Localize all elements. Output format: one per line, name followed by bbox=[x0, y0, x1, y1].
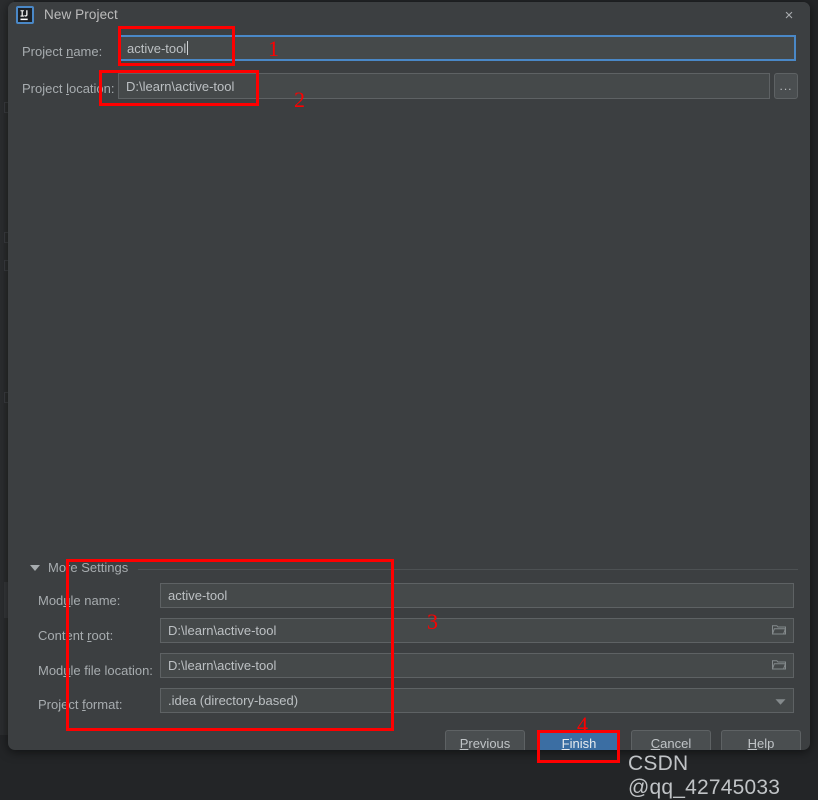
more-settings-separator bbox=[138, 569, 798, 570]
project-location-label: Project location: bbox=[22, 81, 115, 96]
project-name-value: active-tool bbox=[127, 40, 187, 56]
chevron-down-icon bbox=[30, 564, 40, 571]
annotation-number-3: 3 bbox=[427, 609, 438, 634]
module-file-location-input[interactable]: D:\learn\active-tool bbox=[160, 653, 794, 678]
cancel-button[interactable]: Cancel bbox=[631, 730, 711, 750]
project-name-label: Project name: bbox=[22, 44, 103, 59]
more-settings-label: More Settings bbox=[48, 560, 129, 575]
content-root-value: D:\learn\active-tool bbox=[168, 623, 277, 638]
dialog-titlebar: New Project × bbox=[8, 2, 810, 30]
project-format-select[interactable]: .idea (directory-based) bbox=[160, 688, 794, 713]
previous-button[interactable]: Previous bbox=[445, 730, 525, 750]
folder-icon[interactable] bbox=[771, 658, 787, 673]
project-location-input[interactable]: D:\learn\active-tool bbox=[118, 73, 770, 99]
module-file-location-value: D:\learn\active-tool bbox=[168, 658, 277, 673]
help-button[interactable]: Help bbox=[721, 730, 801, 750]
csdn-watermark: CSDN @qq_42745033 bbox=[628, 752, 781, 799]
intellij-idea-icon bbox=[16, 6, 34, 24]
project-location-value: D:\learn\active-tool bbox=[126, 78, 235, 94]
text-caret bbox=[187, 41, 189, 55]
module-name-label: Module name: bbox=[38, 593, 121, 608]
close-icon[interactable]: × bbox=[780, 7, 798, 25]
project-name-input[interactable]: active-tool bbox=[118, 35, 796, 61]
module-name-input[interactable]: active-tool bbox=[160, 583, 794, 608]
project-format-value: .idea (directory-based) bbox=[168, 693, 299, 708]
project-format-label: Project format: bbox=[38, 697, 123, 712]
module-name-value: active-tool bbox=[168, 588, 228, 603]
dialog-title: New Project bbox=[44, 7, 118, 22]
more-settings-toggle[interactable]: More Settings bbox=[30, 560, 128, 575]
module-file-location-label: Module file location: bbox=[38, 663, 153, 678]
content-root-label: Content root: bbox=[38, 628, 114, 643]
chevron-down-icon[interactable] bbox=[775, 693, 786, 708]
annotation-number-1: 1 bbox=[268, 36, 279, 61]
annotation-number-2: 2 bbox=[294, 87, 305, 112]
new-project-dialog: New Project × Project name: active-tool … bbox=[8, 2, 810, 750]
annotation-number-4: 4 bbox=[577, 712, 588, 737]
project-location-browse-button[interactable]: ... bbox=[774, 73, 798, 99]
content-root-input[interactable]: D:\learn\active-tool bbox=[160, 618, 794, 643]
folder-icon[interactable] bbox=[771, 623, 787, 638]
